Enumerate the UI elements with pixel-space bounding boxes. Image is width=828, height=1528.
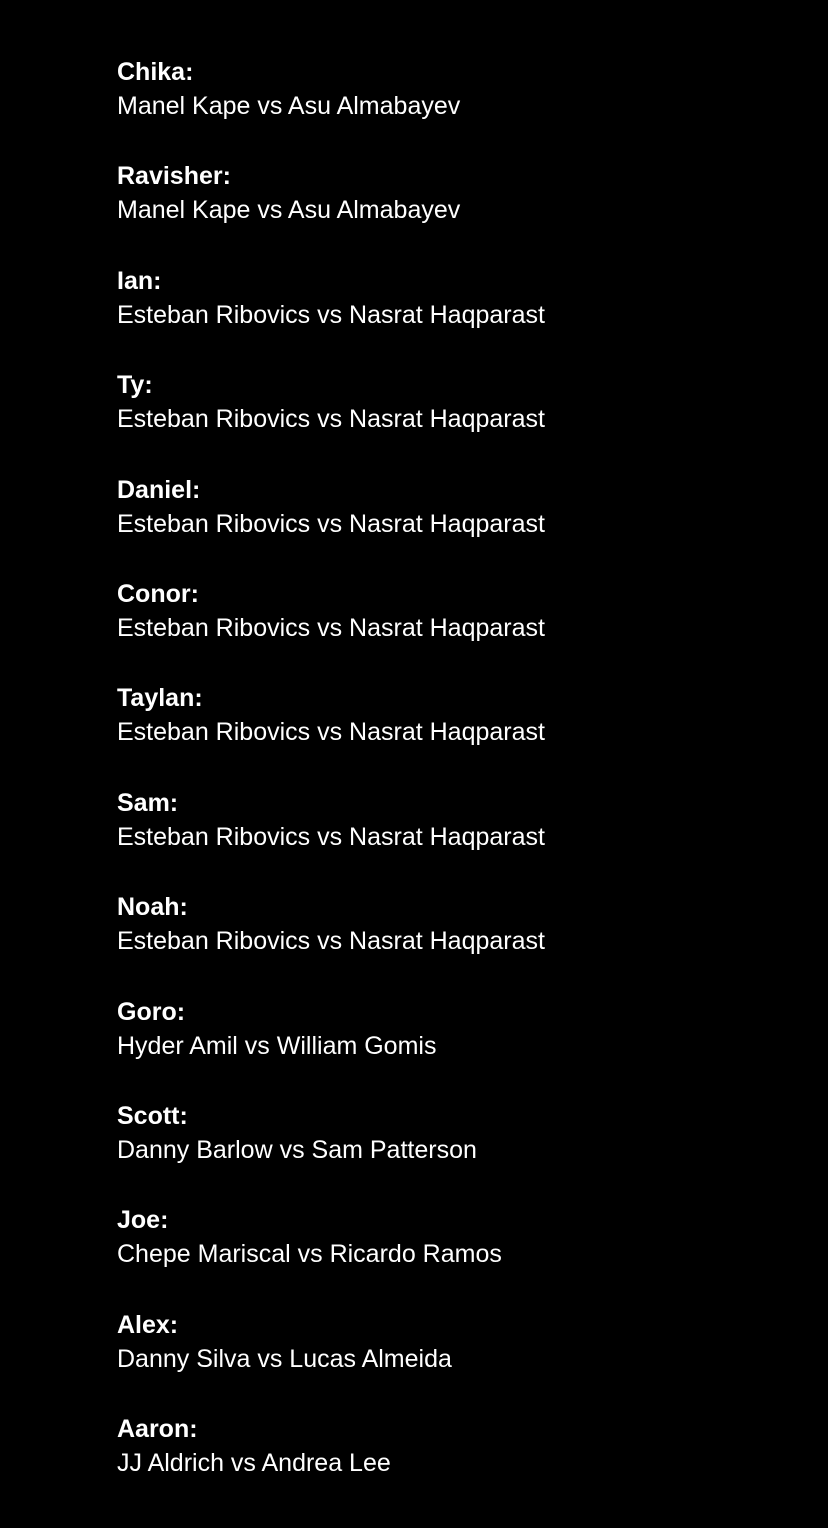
pick-entry: Ian: Esteban Ribovics vs Nasrat Haqparas…	[117, 264, 797, 368]
person-name: Sam:	[117, 788, 179, 817]
pick-entry: Conor: Esteban Ribovics vs Nasrat Haqpar…	[117, 577, 797, 681]
fight-matchup: Danny Silva vs Lucas Almeida	[117, 1344, 452, 1373]
person-name: Chika:	[117, 58, 194, 86]
person-name: Daniel:	[117, 475, 201, 504]
fight-matchup: Hyder Amil vs William Gomis	[117, 1031, 437, 1060]
person-name: Taylan:	[117, 684, 203, 713]
pick-entry: Sam: Esteban Ribovics vs Nasrat Haqparas…	[117, 786, 797, 890]
person-name: Aaron:	[117, 1415, 198, 1444]
pick-entry: Alex: Danny Silva vs Lucas Almeida	[117, 1308, 797, 1412]
person-name: Ty:	[117, 371, 153, 400]
pick-entry: Ty: Esteban Ribovics vs Nasrat Haqparast	[117, 368, 797, 472]
pick-entry: Chika: Manel Kape vs Asu Almabayev	[117, 55, 797, 159]
fight-matchup: Esteban Ribovics vs Nasrat Haqparast	[117, 613, 545, 642]
fight-matchup: Esteban Ribovics vs Nasrat Haqparast	[117, 822, 545, 851]
person-name: Scott:	[117, 1101, 188, 1130]
person-name: Ian:	[117, 266, 162, 295]
fight-matchup: Esteban Ribovics vs Nasrat Haqparast	[117, 509, 545, 538]
fight-matchup: Esteban Ribovics vs Nasrat Haqparast	[117, 927, 545, 956]
person-name: Noah:	[117, 893, 188, 922]
fight-matchup: Danny Barlow vs Sam Patterson	[117, 1135, 477, 1164]
pick-entry: Ravisher: Manel Kape vs Asu Almabayev	[117, 159, 797, 263]
pick-entry: Daniel: Esteban Ribovics vs Nasrat Haqpa…	[117, 473, 797, 577]
pick-entry: Taylan: Esteban Ribovics vs Nasrat Haqpa…	[117, 681, 797, 785]
fight-matchup: Esteban Ribovics vs Nasrat Haqparast	[117, 405, 545, 434]
fight-matchup: Esteban Ribovics vs Nasrat Haqparast	[117, 718, 545, 747]
fight-matchup: JJ Aldrich vs Andrea Lee	[117, 1449, 391, 1478]
person-name: Alex:	[117, 1310, 179, 1339]
person-name: Goro:	[117, 997, 186, 1026]
person-name: Conor:	[117, 579, 199, 608]
pick-entry: Aaron: JJ Aldrich vs Andrea Lee	[117, 1412, 797, 1516]
fight-matchup: Manel Kape vs Asu Almabayev	[117, 196, 461, 225]
pick-entry: Scott: Danny Barlow vs Sam Patterson	[117, 1099, 797, 1203]
fight-matchup: Esteban Ribovics vs Nasrat Haqparast	[117, 300, 545, 329]
fight-matchup: Chepe Mariscal vs Ricardo Ramos	[117, 1240, 502, 1269]
pick-entry: Noah: Esteban Ribovics vs Nasrat Haqpara…	[117, 890, 797, 994]
pick-entry: Goro: Hyder Amil vs William Gomis	[117, 995, 797, 1099]
picks-list: Chika: Manel Kape vs Asu Almabayev Ravis…	[117, 55, 797, 1516]
pick-entry: Joe: Chepe Mariscal vs Ricardo Ramos	[117, 1203, 797, 1307]
fight-matchup: Manel Kape vs Asu Almabayev	[117, 92, 461, 120]
person-name: Ravisher:	[117, 162, 231, 191]
person-name: Joe:	[117, 1206, 169, 1235]
